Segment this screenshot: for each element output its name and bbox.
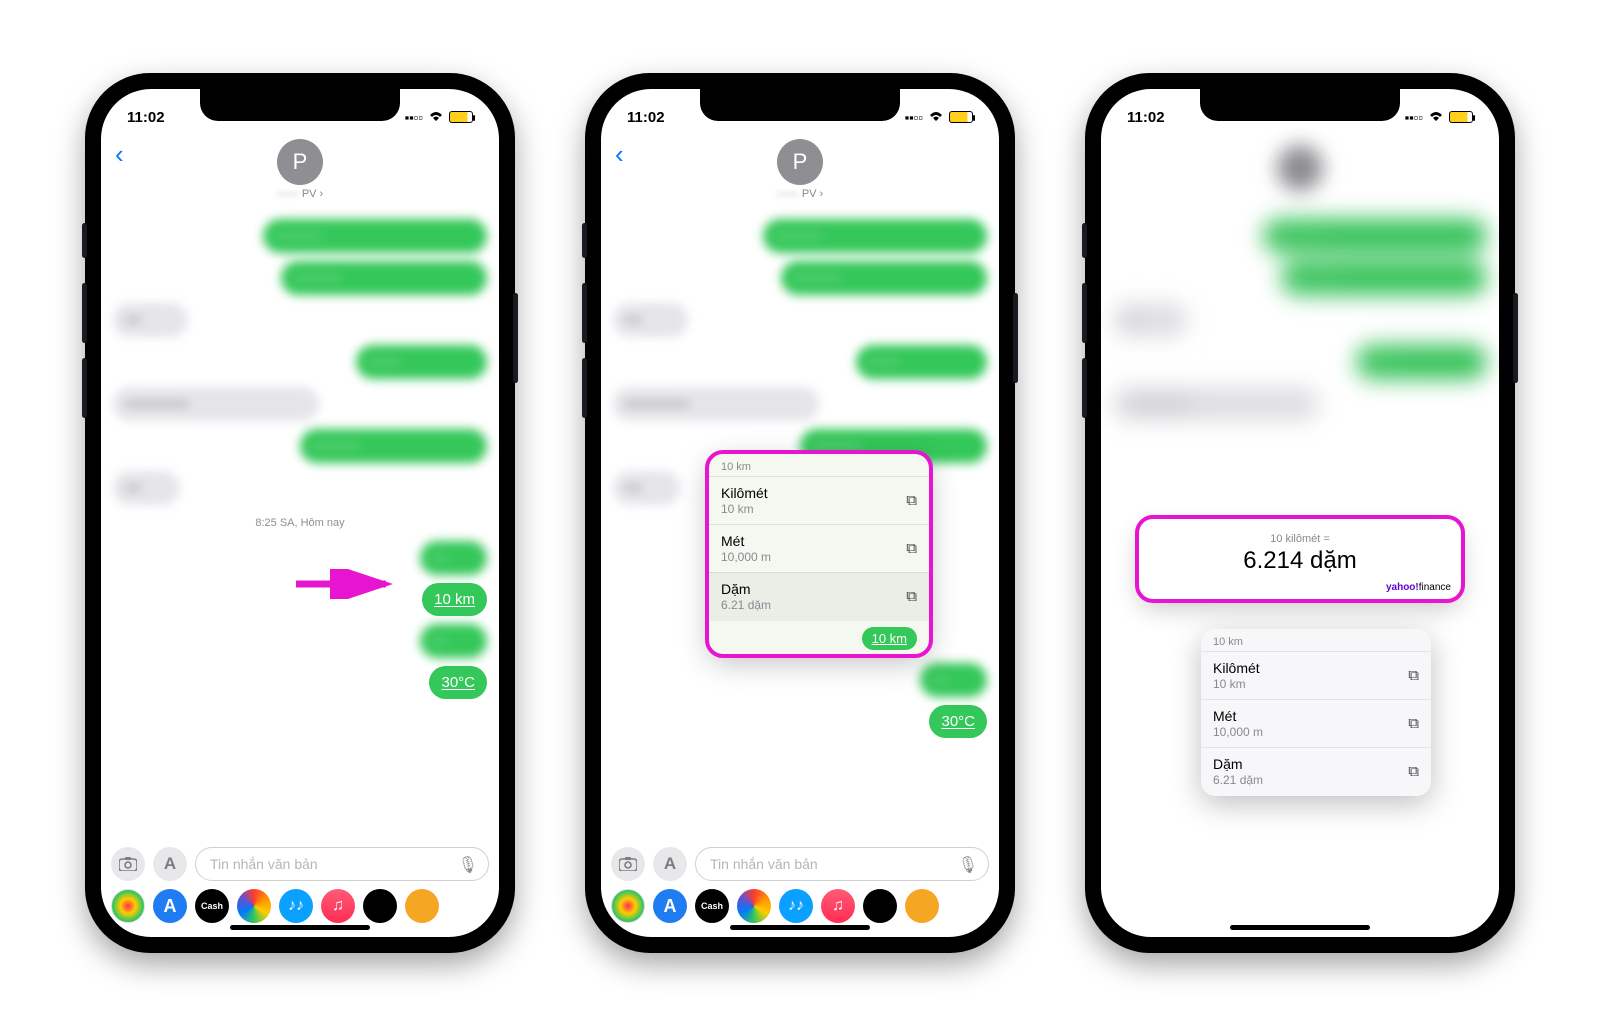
popup-item-km[interactable]: Kilômét10 km ⧉ xyxy=(709,476,929,524)
app-photos[interactable] xyxy=(111,889,145,923)
unit-popup: 10 km Kilômét10 km ⧉ Mét10,000 m ⧉ Dặm6.… xyxy=(709,454,929,654)
app-music[interactable]: ♫ xyxy=(821,889,855,923)
copy-icon[interactable]: ⧉ xyxy=(906,588,917,605)
yahoo-finance-label: yahoo!finance xyxy=(1386,582,1451,593)
message-input[interactable]: Tin nhắn văn bản🎙 xyxy=(695,847,989,881)
cellular-icon: ▪▪▫▫ xyxy=(905,110,923,125)
msg-10km[interactable]: 10 km xyxy=(422,583,487,616)
dock: A Tin nhắn văn bản🎙 A Cash ♪♪ ♫ xyxy=(601,841,999,937)
app-activity[interactable] xyxy=(737,889,771,923)
app-appstore[interactable]: A xyxy=(653,889,687,923)
app-memoji[interactable] xyxy=(363,889,397,923)
app-activity[interactable] xyxy=(237,889,271,923)
conversion-card: 10 kilômét = 6.214 dặm yahoo!finance xyxy=(1139,519,1461,599)
screen-3: ——— ——— — —— ———— 11:02 ▪▪▫▫ 10 kilômét … xyxy=(1101,89,1499,937)
app-music[interactable]: ♫ xyxy=(321,889,355,923)
copy-icon[interactable]: ⧉ xyxy=(906,540,917,557)
contact-name[interactable]: —— PV › xyxy=(101,188,499,200)
notch xyxy=(1200,89,1400,121)
app-memoji[interactable] xyxy=(863,889,897,923)
phone-1: 11:02 ▪▪▫▫ ‹ P —— PV › ——— ——— — —— ————… xyxy=(85,73,515,953)
popup-item-miles[interactable]: Dặm6.21 dặm ⧉ xyxy=(709,572,929,620)
mic-icon[interactable]: 🎙 xyxy=(458,855,478,875)
conversion-result: 6.214 dặm xyxy=(1155,547,1445,575)
battery-icon xyxy=(1449,111,1473,123)
camera-button[interactable] xyxy=(611,847,645,881)
popup-title: 10 km xyxy=(709,454,929,476)
copy-icon[interactable]: ⧉ xyxy=(1408,715,1419,732)
app-cash[interactable]: Cash xyxy=(695,889,729,923)
msg-30c[interactable]: 30°C xyxy=(429,666,487,699)
message-input[interactable]: Tin nhắn văn bản🎙 xyxy=(195,847,489,881)
popup-item-km[interactable]: Kilômét10 km ⧉ xyxy=(1201,651,1431,699)
screen-2: 11:02 ▪▪▫▫ ‹ P —— PV › ——— ——— — —— ————… xyxy=(601,89,999,937)
wifi-icon xyxy=(928,110,944,125)
app-cash[interactable]: Cash xyxy=(195,889,229,923)
avatar[interactable]: P xyxy=(777,139,823,185)
appstore-button[interactable]: A xyxy=(653,847,687,881)
back-button[interactable]: ‹ xyxy=(615,139,624,170)
cellular-icon: ▪▪▫▫ xyxy=(405,110,423,125)
notch xyxy=(200,89,400,121)
chat-header: ‹ P —— PV › xyxy=(601,133,999,200)
status-time: 11:02 xyxy=(127,109,165,126)
popup-item-miles[interactable]: Dặm6.21 dặm ⧉ xyxy=(1201,747,1431,795)
home-indicator[interactable] xyxy=(1230,925,1370,930)
chat-header: ‹ P —— PV › xyxy=(101,133,499,200)
cellular-icon: ▪▪▫▫ xyxy=(1405,110,1423,125)
app-audio[interactable]: ♪♪ xyxy=(779,889,813,923)
msg-30c[interactable]: 30°C xyxy=(929,705,987,738)
battery-icon xyxy=(949,111,973,123)
copy-icon[interactable]: ⧉ xyxy=(1408,763,1419,780)
mic-icon[interactable]: 🎙 xyxy=(958,855,978,875)
chat-area[interactable]: ——— ——— — —— ———— ——— — 8:25 SA, Hôm nay… xyxy=(101,209,499,841)
app-audio[interactable]: ♪♪ xyxy=(279,889,313,923)
home-indicator[interactable] xyxy=(230,925,370,930)
home-indicator[interactable] xyxy=(730,925,870,930)
contact-name[interactable]: —— PV › xyxy=(601,188,999,200)
timestamp: 8:25 SA, Hôm nay xyxy=(113,517,487,529)
wifi-icon xyxy=(428,110,444,125)
copy-icon[interactable]: ⧉ xyxy=(1408,667,1419,684)
appstore-button[interactable]: A xyxy=(153,847,187,881)
conversion-equation: 10 kilômét = xyxy=(1155,533,1445,545)
notch xyxy=(700,89,900,121)
avatar[interactable]: P xyxy=(277,139,323,185)
battery-icon xyxy=(449,111,473,123)
unit-popup: 10 km Kilômét10 km ⧉ Mét10,000 m ⧉ Dặm6.… xyxy=(1201,629,1431,796)
app-extra[interactable] xyxy=(405,889,439,923)
phone-3: ——— ——— — —— ———— 11:02 ▪▪▫▫ 10 kilômét … xyxy=(1085,73,1515,953)
popup-title: 10 km xyxy=(1201,629,1431,651)
popup-item-m[interactable]: Mét10,000 m ⧉ xyxy=(1201,699,1431,747)
app-extra[interactable] xyxy=(905,889,939,923)
popup-item-m[interactable]: Mét10,000 m ⧉ xyxy=(709,524,929,572)
dock: A Tin nhắn văn bản🎙 A Cash ♪♪ ♫ xyxy=(101,841,499,937)
back-button[interactable]: ‹ xyxy=(115,139,124,170)
app-photos[interactable] xyxy=(611,889,645,923)
status-time: 11:02 xyxy=(627,109,665,126)
popup-source-bubble: 10 km xyxy=(862,627,917,650)
copy-icon[interactable]: ⧉ xyxy=(906,492,917,509)
annotation-arrow xyxy=(291,569,401,599)
screen-1: 11:02 ▪▪▫▫ ‹ P —— PV › ——— ——— — —— ————… xyxy=(101,89,499,937)
popup-source-row: 10 km xyxy=(709,621,929,654)
phone-2: 11:02 ▪▪▫▫ ‹ P —— PV › ——— ——— — —— ————… xyxy=(585,73,1015,953)
camera-button[interactable] xyxy=(111,847,145,881)
status-time: 11:02 xyxy=(1127,109,1165,126)
app-appstore[interactable]: A xyxy=(153,889,187,923)
wifi-icon xyxy=(1428,110,1444,125)
